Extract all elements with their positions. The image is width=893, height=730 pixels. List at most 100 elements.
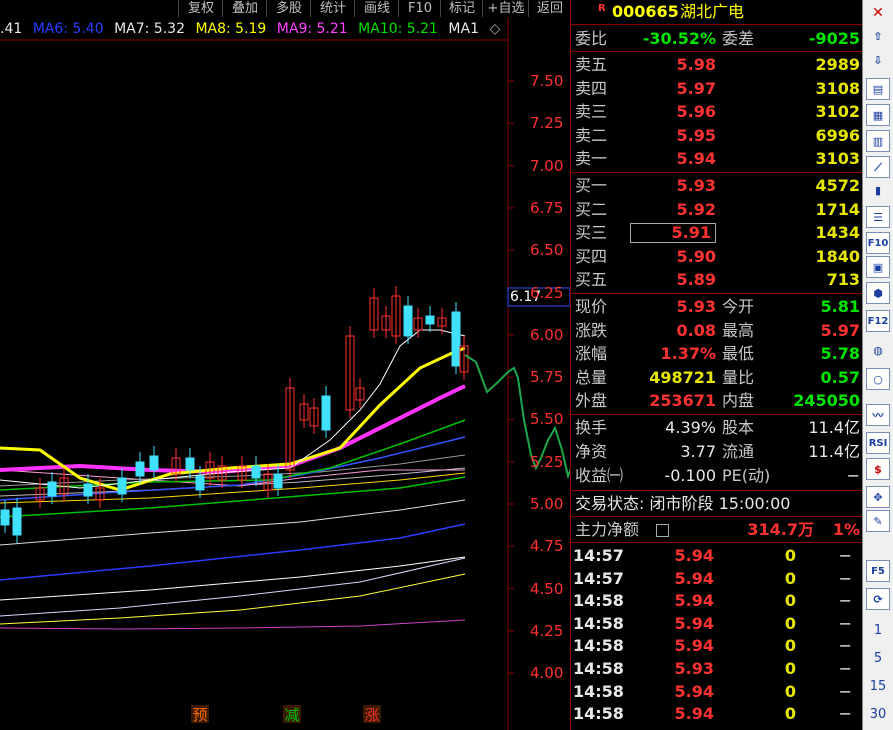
- ma7-legend: MA7: 5.32: [114, 21, 185, 37]
- chart-icon[interactable]: ▤: [866, 78, 890, 100]
- period-button-1[interactable]: 1: [866, 620, 890, 642]
- bid-row[interactable]: 买三 5.91 1434: [570, 221, 862, 244]
- ask-row[interactable]: 卖四 5.97 3108: [570, 77, 862, 100]
- ratio-label: 委比: [575, 29, 608, 48]
- ring-icon[interactable]: ○: [866, 368, 890, 390]
- diamond-icon[interactable]: ◇: [489, 21, 500, 37]
- bid-row[interactable]: 买五 5.89 713: [570, 268, 862, 291]
- marker-label[interactable]: 预: [192, 706, 207, 724]
- menu-item-2[interactable]: 多股: [266, 0, 311, 17]
- candle-body: [47, 481, 57, 497]
- ask-label: 卖三: [575, 102, 608, 122]
- down-arrow-icon[interactable]: ⇩: [866, 50, 890, 72]
- trade-status: 交易状态: 闭市阶段 15:00:00: [575, 494, 791, 513]
- period-button-15[interactable]: 15: [866, 676, 890, 698]
- marker-label[interactable]: 减: [284, 706, 299, 724]
- info-icon[interactable]: ▣: [866, 256, 890, 278]
- bid-volume: 1434: [815, 223, 860, 243]
- ma1-legend: MA1: [448, 21, 479, 37]
- tick-volume: 0: [784, 591, 796, 611]
- ask-row[interactable]: 卖五 5.98 2989: [570, 53, 862, 76]
- tick-price: 5.94: [674, 636, 714, 656]
- ask-volume: 6996: [815, 125, 860, 145]
- period-button-5[interactable]: 5: [866, 648, 890, 670]
- f12-icon[interactable]: F12: [866, 310, 890, 332]
- tick-volume: 0: [784, 704, 796, 724]
- list-icon[interactable]: ☰: [866, 206, 890, 228]
- stat-label: 最高: [722, 320, 755, 340]
- candle-body: [0, 509, 10, 526]
- menu-item-4[interactable]: 画线: [354, 0, 399, 17]
- pin-icon[interactable]: ⬢: [866, 282, 890, 304]
- stat-row: 现价 5.93 今开 5.81: [570, 295, 862, 318]
- ask-price: 5.96: [676, 102, 716, 122]
- marker-label[interactable]: 涨: [364, 706, 379, 724]
- menu-item-5[interactable]: F10: [398, 0, 441, 17]
- up-arrow-icon[interactable]: ⇧: [866, 26, 890, 48]
- stock-code: 000665: [612, 2, 679, 21]
- fund-label: 股本: [722, 418, 755, 437]
- bid-price: 5.90: [676, 246, 716, 266]
- tick-volume: 0: [784, 568, 796, 588]
- main-force-row[interactable]: 主力净额 314.7万 1%: [570, 518, 862, 541]
- bid-row[interactable]: 买二 5.92 1714: [570, 198, 862, 221]
- stat-value: 5.81: [820, 297, 860, 316]
- bid-price: 5.93: [676, 176, 716, 195]
- bid-row[interactable]: 买一 5.93 4572: [570, 174, 862, 197]
- stat-value: 253671: [649, 391, 716, 411]
- x-icon[interactable]: ✕: [866, 2, 890, 24]
- refresh-icon[interactable]: ⟳: [866, 588, 890, 610]
- bar-icon[interactable]: ▮: [866, 180, 890, 202]
- tick-row: 14:58 5.94 0 −: [570, 590, 862, 612]
- tick-time: 14:58: [573, 704, 624, 724]
- bid-label: 买三: [575, 223, 608, 243]
- candle-body: [135, 461, 145, 477]
- stat-label: 现价: [575, 297, 608, 316]
- tick-row: 14:58 5.93 0 −: [570, 658, 862, 680]
- bid-label: 买一: [575, 176, 608, 195]
- candle-body: [83, 483, 93, 497]
- menu-item-6[interactable]: 标记: [440, 0, 483, 17]
- f5-icon[interactable]: F5: [866, 560, 890, 582]
- stat-value: 245050: [793, 391, 860, 411]
- stat-row: 总量 498721 量比 0.57: [570, 366, 862, 389]
- ask-row[interactable]: 卖二 5.95 6996: [570, 124, 862, 147]
- line-chart-icon[interactable]: ⟋: [866, 156, 890, 178]
- tick-flag: −: [838, 613, 852, 633]
- move-icon[interactable]: ✥: [866, 486, 890, 508]
- dollar-icon[interactable]: $: [866, 458, 890, 480]
- table-icon[interactable]: ▥: [866, 130, 890, 152]
- tick-row: 14:57 5.94 0 −: [570, 545, 862, 567]
- price-tick-label: 6.25: [530, 283, 564, 302]
- stat-value: 5.78: [820, 344, 860, 364]
- tick-time: 14:58: [573, 591, 624, 611]
- bid-row[interactable]: 买四 5.90 1840: [570, 245, 862, 268]
- f10-icon[interactable]: F10: [866, 232, 890, 254]
- menu-item-8[interactable]: 返回: [528, 0, 571, 17]
- stat-row: 外盘 253671 内盘 245050: [570, 389, 862, 412]
- tick-price: 5.94: [674, 681, 714, 701]
- menu-item-0[interactable]: 复权: [178, 0, 223, 17]
- ask-label: 卖二: [575, 125, 608, 145]
- list-icon[interactable]: [656, 524, 669, 537]
- rsi-icon[interactable]: RSI: [866, 432, 890, 454]
- ask-row[interactable]: 卖一 5.94 3103: [570, 147, 862, 170]
- tick-flag: −: [838, 546, 852, 565]
- bid-volume: 713: [826, 270, 860, 290]
- menu-item-7[interactable]: +自选: [482, 0, 529, 17]
- grid-icon[interactable]: ▦: [866, 104, 890, 126]
- circle-icon[interactable]: ◍: [866, 340, 890, 362]
- tick-price: 5.94: [674, 568, 714, 588]
- menu-item-3[interactable]: 统计: [310, 0, 355, 17]
- candlestick-chart[interactable]: 预减涨: [0, 0, 570, 730]
- pencil-icon[interactable]: ✎: [866, 510, 890, 532]
- menu-item-1[interactable]: 叠加: [222, 0, 267, 17]
- ask-row[interactable]: 卖三 5.96 3102: [570, 100, 862, 123]
- wave-icon[interactable]: 〰: [866, 404, 890, 426]
- period-button-30[interactable]: 30: [866, 704, 890, 726]
- stat-label: 内盘: [722, 391, 755, 411]
- bid-volume: 4572: [815, 176, 860, 195]
- tick-flag: −: [838, 591, 852, 611]
- fund-label: 流通: [722, 442, 755, 461]
- price-tick-label: 6.50: [530, 241, 564, 260]
